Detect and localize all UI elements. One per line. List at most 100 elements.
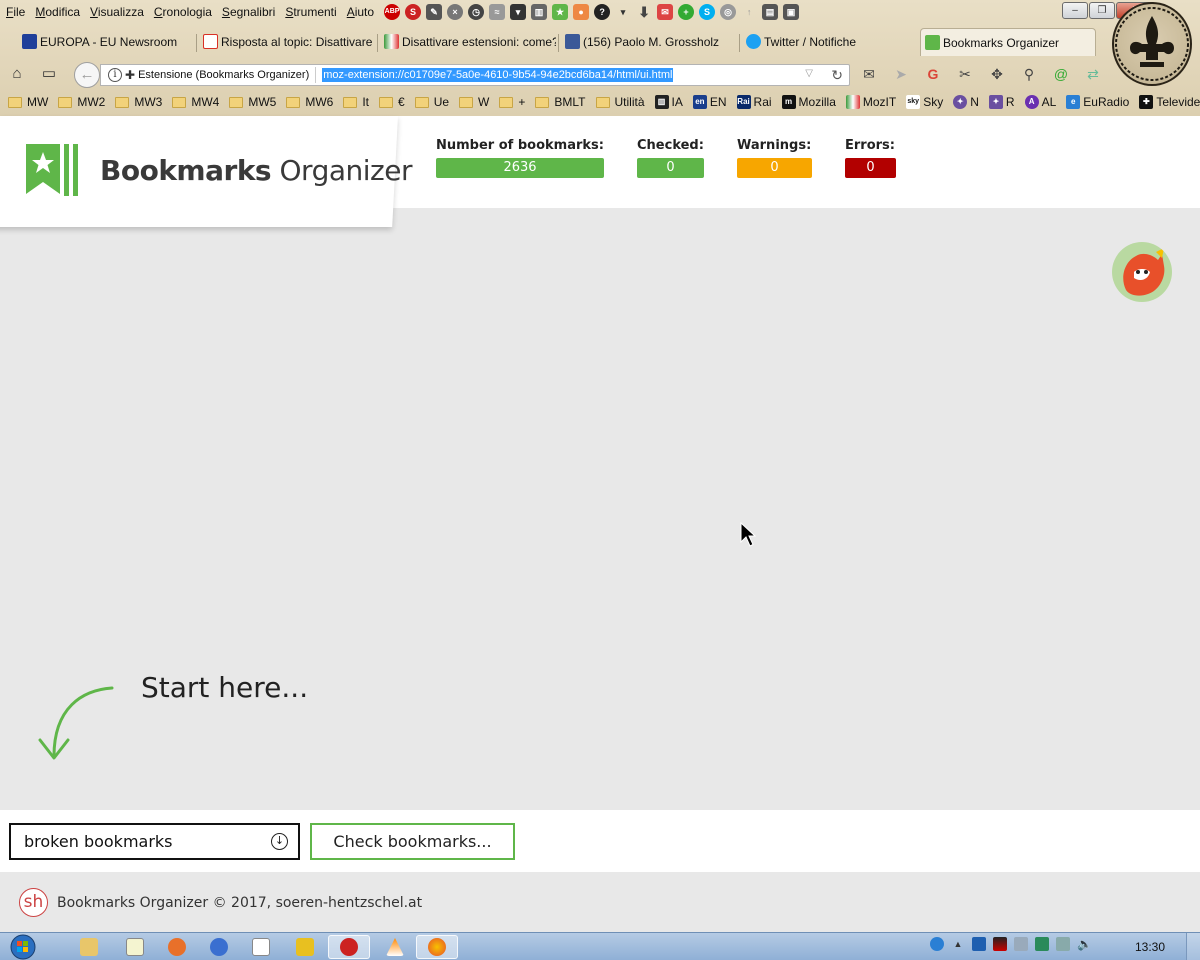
translate-icon[interactable]: ⇄: [1084, 65, 1102, 83]
bookmark-folder[interactable]: Utilità: [595, 95, 645, 109]
taskbar-firefox-old[interactable]: [156, 935, 198, 959]
close-circle-icon[interactable]: ×: [447, 4, 464, 20]
help-icon[interactable]: ?: [594, 4, 611, 20]
bookmark-site[interactable]: e EuRadio: [1066, 95, 1129, 109]
download-icon[interactable]: ⬇: [636, 4, 652, 20]
bookmark-site[interactable]: ✦ N: [953, 95, 979, 109]
skype-icon[interactable]: S: [699, 4, 716, 20]
scissors-icon[interactable]: ✂: [956, 65, 974, 83]
bookmark-site[interactable]: A AL: [1024, 95, 1056, 109]
show-desktop-button[interactable]: [1186, 933, 1200, 960]
sidebar-icon[interactable]: ▭: [40, 65, 58, 83]
taskbar-app-red[interactable]: [328, 935, 370, 959]
mail-badge-icon[interactable]: ✉: [657, 4, 674, 20]
drive-icon[interactable]: [1014, 937, 1028, 951]
firefox-mascot-avatar[interactable]: [1112, 242, 1172, 302]
taskbar-pdf[interactable]: [284, 935, 326, 959]
url-dropdown-icon[interactable]: ▽: [805, 68, 813, 79]
taskbar-firefox[interactable]: [416, 935, 458, 959]
update-icon[interactable]: [1035, 937, 1049, 951]
monitor-icon[interactable]: [993, 937, 1007, 951]
stop-icon[interactable]: S: [405, 4, 422, 20]
bookmark-folder[interactable]: MW: [8, 95, 48, 109]
check-bookmarks-button[interactable]: Check bookmarks...: [310, 823, 515, 860]
pencil-icon[interactable]: ✎: [426, 4, 443, 20]
check-mode-select[interactable]: broken bookmarks ↓: [9, 823, 300, 860]
pocket-icon[interactable]: ▾: [510, 4, 527, 20]
start-button[interactable]: [6, 933, 40, 960]
tab-bookmarks-organizer[interactable]: Bookmarks Organizer: [920, 28, 1096, 56]
restore-button[interactable]: ❐: [1089, 2, 1115, 19]
author-logo[interactable]: sh: [19, 888, 48, 917]
taskbar-document[interactable]: [240, 935, 282, 959]
bookmark-folder[interactable]: MW2: [58, 95, 105, 109]
tab-twitter[interactable]: Twitter / Notifiche: [742, 28, 918, 56]
taskbar-clock[interactable]: 13:30: [1135, 940, 1165, 954]
rss-icon[interactable]: ≈: [489, 4, 506, 20]
taskbar-thunderbird[interactable]: [198, 935, 240, 959]
bookmark-site[interactable]: ✚Televideo: [1139, 95, 1200, 109]
info-icon[interactable]: i: [108, 68, 122, 82]
tab-disattivare[interactable]: Disattivare estensioni: come?: [380, 28, 556, 56]
volume-icon[interactable]: 🔈: [1077, 937, 1092, 951]
car-icon[interactable]: ▣: [783, 4, 800, 20]
tab-europa[interactable]: EUROPA - EU Newsroom: [18, 28, 194, 56]
bookmark-folder[interactable]: MW6: [286, 95, 333, 109]
malwarebytes-icon[interactable]: [972, 937, 986, 951]
target-icon[interactable]: ✥: [988, 65, 1006, 83]
bookmark-site[interactable]: MozIT: [845, 95, 896, 109]
up-arrow-icon[interactable]: ↑: [741, 4, 757, 20]
url-bar[interactable]: i ✚ Estensione (Bookmarks Organizer) moz…: [100, 64, 850, 86]
taskbar-notepad[interactable]: [114, 935, 156, 959]
green-circle-icon[interactable]: +: [678, 4, 695, 20]
bookmarks-organizer-icon[interactable]: ★: [552, 4, 569, 20]
menu-visualizza[interactable]: Visualizza: [90, 5, 144, 19]
menu-file[interactable]: File: [6, 5, 25, 19]
url-input[interactable]: moz-extension://c01709e7-5a0e-4610-9b54-…: [322, 68, 674, 82]
help-icon[interactable]: [930, 937, 944, 951]
tray-expand-icon[interactable]: ▲: [951, 937, 965, 951]
tab-facebook[interactable]: (156) Paolo M. Grossholz: [561, 28, 737, 56]
dropdown-icon[interactable]: ▾: [615, 4, 631, 20]
bookmark-site[interactable]: ✦ R: [988, 95, 1015, 109]
bookmark-folder[interactable]: W: [459, 95, 489, 109]
bookmark-folder[interactable]: +: [499, 95, 525, 109]
clock-icon[interactable]: ◷: [468, 4, 485, 20]
taskbar-vlc[interactable]: [374, 935, 416, 959]
bookmark-folder[interactable]: €: [379, 95, 405, 109]
spiral-icon[interactable]: @: [1052, 65, 1070, 83]
taskbar-explorer[interactable]: [68, 935, 110, 959]
bookmark-folder[interactable]: It: [343, 95, 369, 109]
menu-aiuto[interactable]: Aiuto: [347, 5, 374, 19]
mail-icon[interactable]: ✉: [860, 65, 878, 83]
bookmark-site[interactable]: sky Sky: [906, 95, 943, 109]
bookmark-site[interactable]: Rai Rai: [736, 95, 772, 109]
search-icon[interactable]: ⚲: [1020, 65, 1038, 83]
print-icon[interactable]: ▤: [762, 4, 779, 20]
bookmark-site[interactable]: en EN: [692, 95, 727, 109]
menu-segnalibri[interactable]: Segnalibri: [222, 5, 275, 19]
tab-gmail[interactable]: Risposta al topic: Disattivare: [199, 28, 375, 56]
menu-cronologia[interactable]: Cronologia: [154, 5, 212, 19]
bookmark-folder[interactable]: MW5: [229, 95, 276, 109]
send-icon[interactable]: ➤: [892, 65, 910, 83]
colors-icon[interactable]: ●: [573, 4, 590, 20]
bookmark-folder[interactable]: MW4: [172, 95, 219, 109]
minimize-button[interactable]: –: [1062, 2, 1088, 19]
bookmark-folder[interactable]: BMLT: [535, 95, 586, 109]
home-icon[interactable]: ⌂: [8, 65, 26, 83]
bookmark-site[interactable]: m Mozilla: [781, 95, 836, 109]
reload-icon[interactable]: ↻: [831, 67, 843, 84]
menu-strumenti[interactable]: Strumenti: [285, 5, 336, 19]
bookmark-site[interactable]: ▥ IA: [654, 95, 683, 109]
chevron-down-icon[interactable]: ↓: [271, 833, 288, 850]
back-button[interactable]: ←: [74, 62, 100, 88]
menu-modifica[interactable]: Modifica: [35, 5, 80, 19]
bookmark-folder[interactable]: Ue: [414, 95, 449, 109]
trash-icon[interactable]: ▥: [531, 4, 548, 20]
bookmark-folder[interactable]: MW3: [115, 95, 162, 109]
adblock-icon[interactable]: ABP: [384, 4, 401, 20]
gear-circle-icon[interactable]: ◎: [720, 4, 737, 20]
google-icon[interactable]: G: [924, 65, 942, 83]
network-icon[interactable]: [1056, 937, 1070, 951]
